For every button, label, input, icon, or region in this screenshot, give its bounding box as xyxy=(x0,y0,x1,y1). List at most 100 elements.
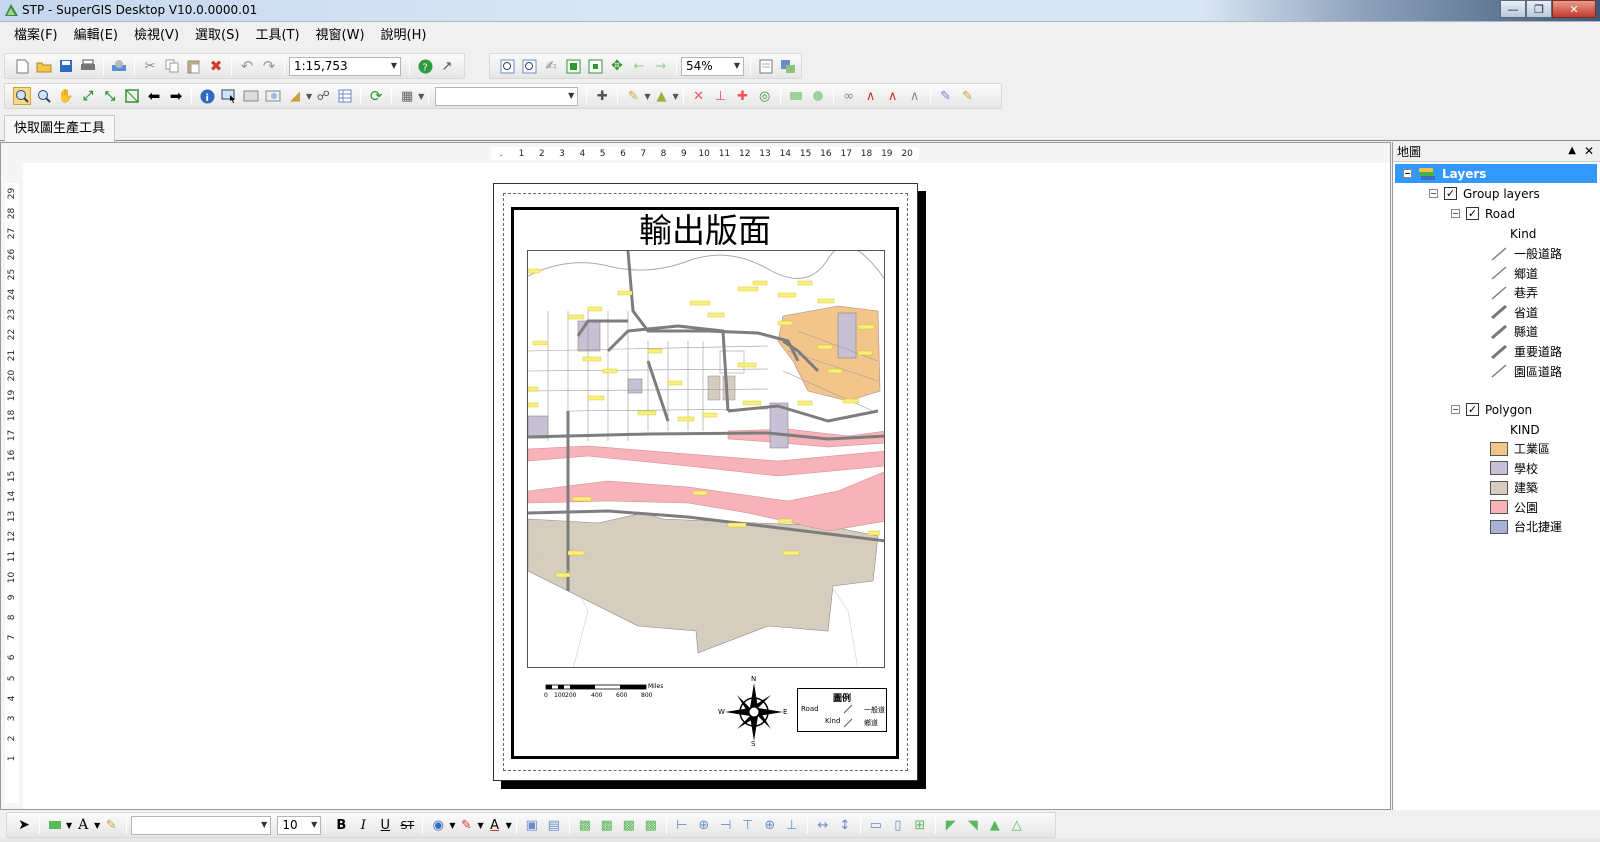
layout-view[interactable]: . 1 2 3 4 5 6 7 8 9 10 11 12 13 14 15 16 17 18 19 20 29 28 27 2… xyxy=(0,142,1391,810)
merge-icon[interactable]: ∧ xyxy=(862,87,880,105)
flip-vertical-icon[interactable]: △ xyxy=(1008,816,1026,834)
close-button[interactable]: ✕ xyxy=(1552,0,1596,18)
sketch-tool-icon[interactable]: ✎ xyxy=(624,87,642,105)
menu-edit[interactable]: 編輯(E) xyxy=(66,22,126,49)
go-back-extent-icon[interactable]: ← xyxy=(630,57,648,75)
tree-layer-road[interactable]: − ✓ Road xyxy=(1451,204,1515,223)
page-setup-icon[interactable] xyxy=(757,57,775,75)
align-center-icon[interactable]: ⊕ xyxy=(695,816,713,834)
move-vertex-icon[interactable]: ✚ xyxy=(734,87,752,105)
maximize-button[interactable]: ❐ xyxy=(1526,0,1552,18)
print-icon[interactable] xyxy=(79,57,97,75)
previous-extent-icon[interactable]: ⬅ xyxy=(145,87,163,105)
open-folder-icon[interactable] xyxy=(35,57,53,75)
fill-color-icon[interactable]: ◉ xyxy=(429,816,447,834)
draw-properties-icon[interactable]: ✎ xyxy=(102,816,120,834)
redo-icon[interactable]: ↷ xyxy=(260,57,278,75)
add-vertex-icon[interactable]: ⊥ xyxy=(712,87,730,105)
layout-pan-icon[interactable]: ✍ xyxy=(542,57,560,75)
editor-menu-icon[interactable]: ▦ xyxy=(398,87,416,105)
map-frame[interactable] xyxy=(527,250,885,668)
menu-view[interactable]: 檢視(V) xyxy=(126,22,187,49)
font-color-icon[interactable]: A xyxy=(486,816,504,834)
paste-icon[interactable] xyxy=(185,57,203,75)
map-scale-combo[interactable]: 1:15,753 ▼ xyxy=(289,56,401,76)
union-icon[interactable]: ∧ xyxy=(884,87,902,105)
undo-icon[interactable]: ↶ xyxy=(238,57,256,75)
strikethrough-icon[interactable]: ST xyxy=(398,816,416,834)
collapse-icon[interactable]: − xyxy=(1403,169,1412,178)
attributes-edit-icon[interactable]: ✎ xyxy=(937,87,955,105)
target-layer-combo[interactable]: ▼ xyxy=(435,86,579,106)
pin-icon[interactable]: ▲ xyxy=(1568,145,1576,156)
send-to-back-icon[interactable]: ▩ xyxy=(598,816,616,834)
align-right-icon[interactable]: ⊣ xyxy=(717,816,735,834)
zoom-to-layer-icon[interactable] xyxy=(123,87,141,105)
zoom-100-icon[interactable] xyxy=(586,57,604,75)
link-icon[interactable]: ☍ xyxy=(314,87,332,105)
collapse-icon[interactable]: − xyxy=(1429,189,1438,198)
new-rectangle-icon[interactable] xyxy=(46,816,64,834)
ungroup-icon[interactable]: ▤ xyxy=(545,816,563,834)
align-bottom-icon[interactable]: ⊥ xyxy=(783,816,801,834)
save-icon[interactable] xyxy=(57,57,75,75)
html-popup-icon[interactable] xyxy=(264,87,282,105)
same-width-icon[interactable]: ▭ xyxy=(867,816,885,834)
trace-tool-icon[interactable]: ▲ xyxy=(652,87,670,105)
select-elements-icon[interactable]: ➤ xyxy=(15,816,33,834)
tree-layer-polygon[interactable]: − ✓ Polygon xyxy=(1451,400,1532,419)
bring-forward-icon[interactable]: ▩ xyxy=(620,816,638,834)
menu-file[interactable]: 檔案(F) xyxy=(6,22,66,49)
sketch-properties-icon[interactable]: ✎ xyxy=(959,87,977,105)
collapse-icon[interactable]: − xyxy=(1451,405,1460,414)
align-left-icon[interactable]: ⊢ xyxy=(673,816,691,834)
go-forward-extent-icon[interactable]: → xyxy=(652,57,670,75)
add-data-icon[interactable] xyxy=(110,57,128,75)
italic-icon[interactable]: I xyxy=(354,816,372,834)
font-size-combo[interactable]: 10 ▼ xyxy=(277,815,322,835)
group-icon[interactable]: ▣ xyxy=(523,816,541,834)
whats-this-icon[interactable]: ↗ xyxy=(438,57,456,75)
attribute-table-icon[interactable] xyxy=(336,87,354,105)
new-file-icon[interactable] xyxy=(13,57,31,75)
new-text-icon[interactable]: A xyxy=(74,816,92,834)
rotate-right-icon[interactable]: ◥ xyxy=(964,816,982,834)
collapse-icon[interactable]: − xyxy=(1451,209,1460,218)
layout-zoom-in-icon[interactable] xyxy=(498,57,516,75)
underline-icon[interactable]: U xyxy=(376,816,394,834)
fixed-zoom-out-icon[interactable]: ⤡ xyxy=(101,87,119,105)
hyperlink-icon[interactable] xyxy=(242,87,260,105)
reshape-icon[interactable]: ∞ xyxy=(840,87,858,105)
copy-icon[interactable] xyxy=(163,57,181,75)
zoom-in-icon[interactable] xyxy=(13,87,31,105)
split-line-icon[interactable]: ✕ xyxy=(690,87,708,105)
align-middle-icon[interactable]: ⊕ xyxy=(761,816,779,834)
minimize-button[interactable]: — xyxy=(1500,0,1526,18)
menu-help[interactable]: 說明(H) xyxy=(373,22,435,49)
zoom-out-icon[interactable] xyxy=(35,87,53,105)
delete-icon[interactable]: ✖ xyxy=(207,57,225,75)
font-name-combo[interactable]: ▼ xyxy=(131,815,272,835)
rectangle-tool-icon[interactable] xyxy=(787,87,805,105)
same-size-icon[interactable]: ⊞ xyxy=(911,816,929,834)
help-icon[interactable]: ? xyxy=(416,57,434,75)
change-layout-icon[interactable] xyxy=(779,57,797,75)
rotate-left-icon[interactable]: ◤ xyxy=(942,816,960,834)
distribute-vertical-icon[interactable]: ↕ xyxy=(836,816,854,834)
line-color-icon[interactable]: ✎ xyxy=(457,816,475,834)
layout-page[interactable]: 輸出版面 0 100 200 400 600 800 Miles N S E W… xyxy=(493,183,918,781)
bold-icon[interactable]: B xyxy=(332,816,350,834)
pan-hand-icon[interactable]: ✋ xyxy=(57,87,75,105)
full-extent-icon[interactable]: ⤢ xyxy=(79,87,97,105)
tree-root-layers[interactable]: − Layers xyxy=(1395,164,1597,183)
send-backward-icon[interactable]: ▩ xyxy=(642,816,660,834)
next-extent-icon[interactable]: ➡ xyxy=(167,87,185,105)
intersect-icon[interactable]: ∧ xyxy=(906,87,924,105)
same-height-icon[interactable]: ▯ xyxy=(889,816,907,834)
distribute-horizontal-icon[interactable]: ↔ xyxy=(814,816,832,834)
map-legend[interactable]: 圖例 Road Kind 一般道 鄉道 xyxy=(797,688,887,732)
layout-zoom-combo[interactable]: 54% ▼ xyxy=(681,56,744,76)
road-layer-checkbox[interactable]: ✓ xyxy=(1466,207,1479,220)
layout-title[interactable]: 輸出版面 xyxy=(514,210,896,252)
cut-icon[interactable]: ✂ xyxy=(141,57,159,75)
